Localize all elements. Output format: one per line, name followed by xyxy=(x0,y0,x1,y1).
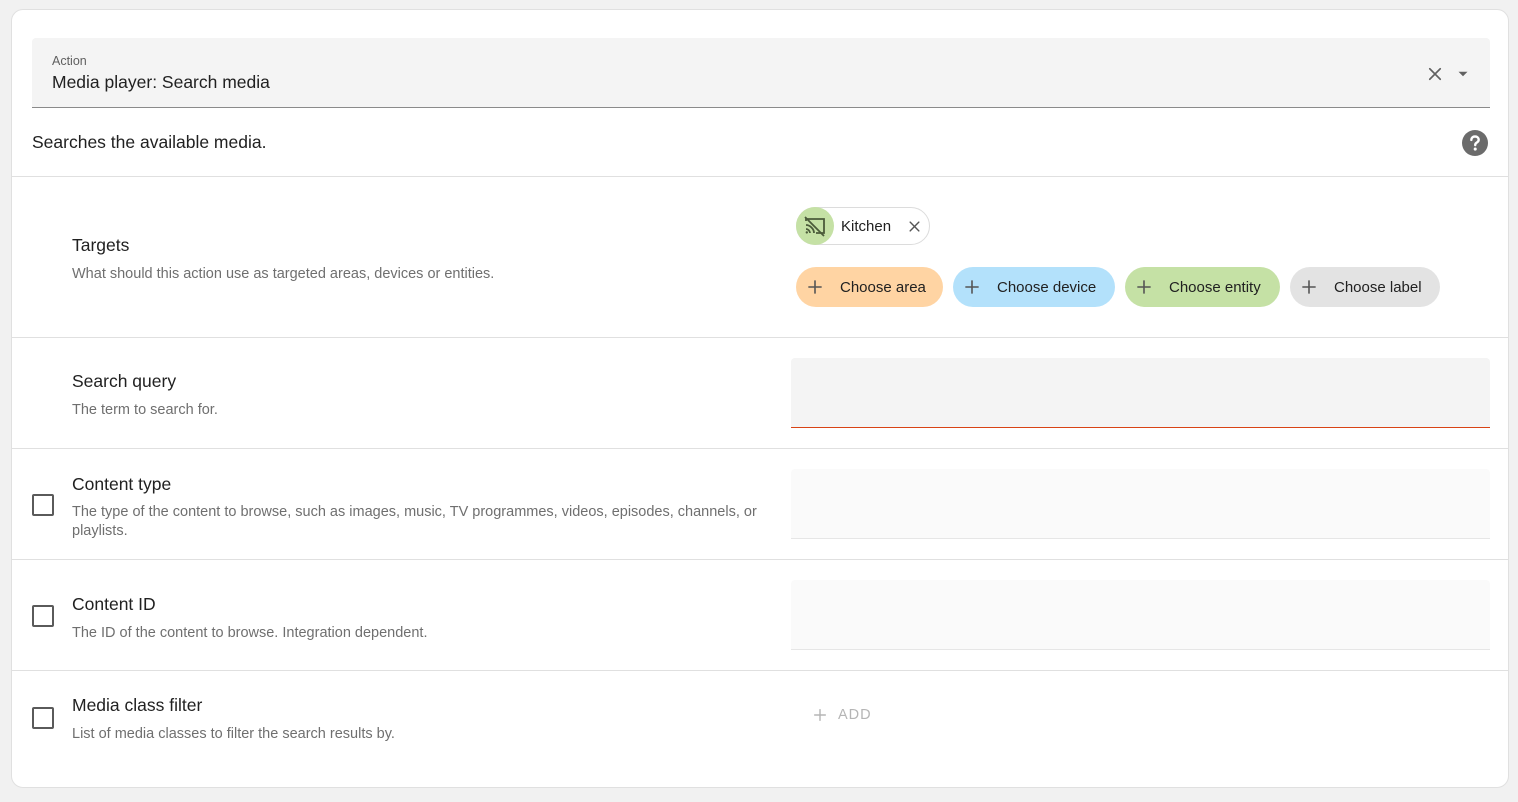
remove-chip-icon[interactable] xyxy=(908,220,921,233)
content-id-description: The ID of the content to browse. Integra… xyxy=(72,625,428,641)
choose-label-button[interactable]: Choose label xyxy=(1290,267,1440,307)
content-id-row: Content ID The ID of the content to brow… xyxy=(12,559,1508,670)
dropdown-arrow-icon[interactable] xyxy=(1454,65,1472,83)
content-type-description: The type of the content to browse, such … xyxy=(72,504,757,539)
targets-row: Targets What should this action use as t… xyxy=(12,176,1508,337)
choose-area-button[interactable]: Choose area xyxy=(796,267,943,307)
plus-icon xyxy=(1302,280,1316,294)
content-id-title: Content ID xyxy=(72,594,156,614)
media-class-filter-row: Media class filter List of media classes… xyxy=(12,670,1508,787)
content-type-title: Content type xyxy=(72,474,172,494)
chip-avatar xyxy=(796,207,834,245)
targets-description: What should this action use as targeted … xyxy=(72,266,495,282)
content-type-checkbox[interactable] xyxy=(32,494,54,516)
clear-icon[interactable] xyxy=(1426,65,1444,83)
action-card: Action Media player: Search media Search… xyxy=(11,9,1509,788)
target-chip-kitchen[interactable]: Kitchen xyxy=(796,207,930,245)
targets-title: Targets xyxy=(72,235,130,255)
choose-area-label: Choose area xyxy=(840,278,926,296)
plus-icon xyxy=(965,280,979,294)
search-query-title: Search query xyxy=(72,371,177,391)
add-media-class-button[interactable]: ADD xyxy=(813,707,872,723)
content-id-input[interactable] xyxy=(791,580,1490,650)
choose-entity-button[interactable]: Choose entity xyxy=(1125,267,1280,307)
plus-icon xyxy=(814,709,826,721)
plus-icon xyxy=(1137,280,1151,294)
action-value: Media player: Search media xyxy=(52,72,270,92)
cast-off-icon xyxy=(804,216,825,237)
plus-icon xyxy=(808,280,822,294)
search-query-input[interactable] xyxy=(791,358,1490,428)
choose-entity-label: Choose entity xyxy=(1169,278,1261,296)
search-query-row: Search query The term to search for. xyxy=(12,337,1508,449)
content-type-row: Content type The type of the content to … xyxy=(12,448,1508,559)
media-class-filter-description: List of media classes to filter the sear… xyxy=(72,726,395,742)
content-id-checkbox[interactable] xyxy=(32,605,54,627)
media-class-filter-title: Media class filter xyxy=(72,695,203,715)
choose-label-label: Choose label xyxy=(1334,278,1422,296)
add-label: ADD xyxy=(838,707,872,723)
help-icon[interactable] xyxy=(1462,130,1488,156)
content-type-input[interactable] xyxy=(791,469,1490,539)
chip-label: Kitchen xyxy=(841,217,892,235)
choose-device-label: Choose device xyxy=(997,278,1097,296)
media-class-filter-checkbox[interactable] xyxy=(32,707,54,729)
search-query-description: The term to search for. xyxy=(72,402,218,418)
action-select[interactable]: Action Media player: Search media xyxy=(32,38,1490,108)
action-label: Action xyxy=(52,54,87,68)
action-description: Searches the available media. xyxy=(32,132,267,152)
choose-device-button[interactable]: Choose device xyxy=(953,267,1115,307)
